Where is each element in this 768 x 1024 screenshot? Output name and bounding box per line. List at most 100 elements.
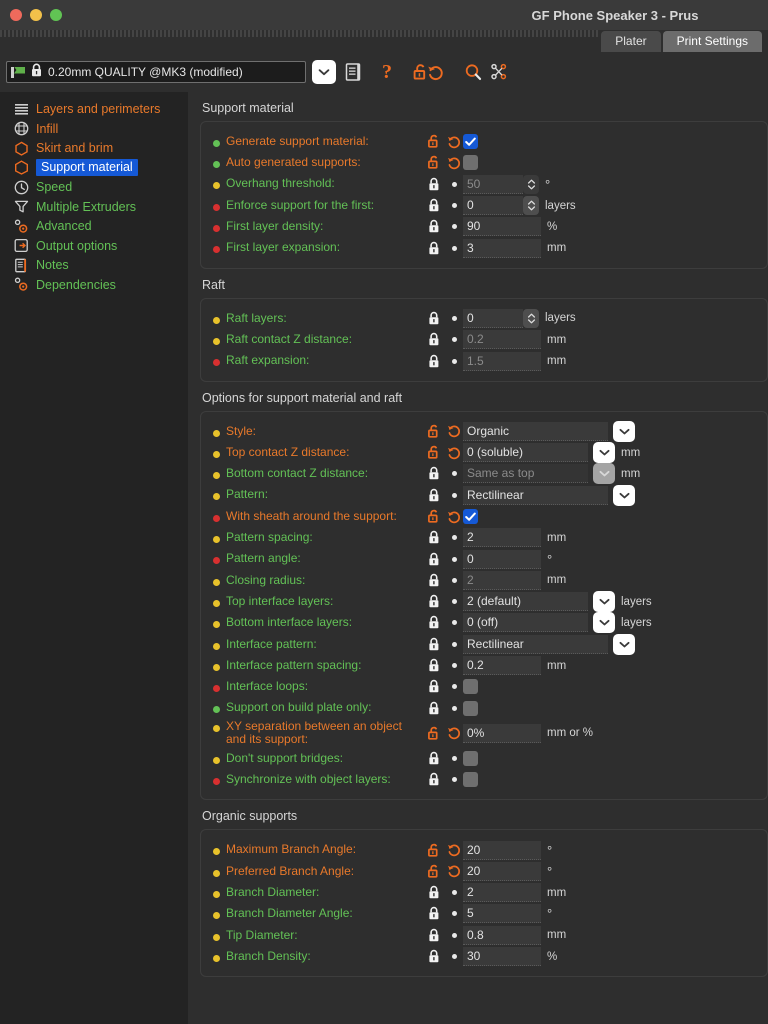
revert-button[interactable] bbox=[445, 843, 463, 857]
revert-button[interactable] bbox=[445, 135, 463, 149]
setting-dropdown-value[interactable]: 0 (soluble) bbox=[463, 443, 588, 463]
lock-toggle-locked[interactable] bbox=[423, 354, 445, 369]
lock-toggle-locked[interactable] bbox=[423, 552, 445, 567]
sidebar-item-speed[interactable]: Speed bbox=[0, 178, 188, 196]
lock-toggle-locked[interactable] bbox=[423, 615, 445, 630]
revert-button[interactable] bbox=[445, 864, 463, 878]
lock-toggle-unlocked[interactable] bbox=[423, 726, 445, 741]
checkbox-unchecked[interactable] bbox=[463, 679, 478, 695]
lock-toggle-locked[interactable] bbox=[423, 332, 445, 347]
lock-toggle-locked[interactable] bbox=[423, 219, 445, 234]
preset-combo[interactable]: 0.20mm QUALITY @MK3 (modified) bbox=[6, 61, 306, 83]
checkbox-checked[interactable] bbox=[463, 509, 478, 524]
lock-toggle-unlocked[interactable] bbox=[423, 134, 445, 149]
lock-toggle-unlocked[interactable] bbox=[423, 509, 445, 524]
checkbox-unchecked[interactable] bbox=[463, 772, 478, 788]
lock-toggle-locked[interactable] bbox=[423, 530, 445, 545]
dropdown-arrow-button[interactable] bbox=[593, 463, 615, 485]
setting-text-input[interactable]: 1.5 bbox=[463, 351, 541, 371]
checkbox-unchecked[interactable] bbox=[463, 700, 478, 716]
lock-toggle-locked[interactable] bbox=[423, 772, 445, 787]
setting-dropdown-value[interactable]: Same as top bbox=[463, 464, 588, 484]
help-button[interactable]: ? bbox=[370, 57, 404, 87]
setting-text-input[interactable]: 30 bbox=[463, 947, 541, 967]
dropdown-arrow-button[interactable] bbox=[593, 591, 615, 613]
lock-toggle-locked[interactable] bbox=[423, 701, 445, 716]
sidebar-item-advanced[interactable]: Advanced bbox=[0, 217, 188, 235]
revert-button[interactable] bbox=[445, 156, 463, 170]
sidebar-item-dependencies[interactable]: Dependencies bbox=[0, 276, 188, 294]
lock-toggle-locked[interactable] bbox=[423, 573, 445, 588]
lock-toggle-locked[interactable] bbox=[423, 177, 445, 192]
lock-toggle-locked[interactable] bbox=[423, 241, 445, 256]
lock-toggle-locked[interactable] bbox=[423, 906, 445, 921]
dropdown-arrow-button[interactable] bbox=[593, 612, 615, 634]
sidebar-item-skirt-and-brim[interactable]: Skirt and brim bbox=[0, 139, 188, 157]
lock-toggle-locked[interactable] bbox=[423, 594, 445, 609]
sidebar-item-support-material[interactable]: Support material bbox=[0, 159, 188, 177]
setting-number-input[interactable]: 50 bbox=[463, 174, 523, 194]
revert-all-button[interactable] bbox=[424, 57, 446, 87]
revert-button[interactable] bbox=[445, 510, 463, 524]
lock-toggle-locked[interactable] bbox=[423, 488, 445, 503]
tab-print-settings[interactable]: Print Settings bbox=[662, 31, 762, 52]
sidebar-item-infill[interactable]: Infill bbox=[0, 120, 188, 138]
setting-text-input[interactable]: 20 bbox=[463, 840, 541, 860]
setting-text-input[interactable]: 0.2 bbox=[463, 330, 541, 350]
save-preset-button[interactable] bbox=[336, 57, 370, 87]
setting-dropdown-value[interactable]: 2 (default) bbox=[463, 592, 588, 612]
revert-button[interactable] bbox=[445, 424, 463, 438]
setting-text-input[interactable]: 20 bbox=[463, 861, 541, 881]
dropdown-arrow-button[interactable] bbox=[593, 442, 615, 464]
setting-text-input[interactable]: 2 bbox=[463, 528, 541, 548]
sidebar-item-multiple-extruders[interactable]: Multiple Extruders bbox=[0, 198, 188, 216]
sidebar-item-layers-and-perimeters[interactable]: Layers and perimeters bbox=[0, 100, 188, 118]
revert-button[interactable] bbox=[445, 726, 463, 740]
sidebar-item-output-options[interactable]: Output options bbox=[0, 237, 188, 255]
setting-text-input[interactable]: 3 bbox=[463, 238, 541, 258]
tab-plater[interactable]: Plater bbox=[601, 31, 661, 52]
setting-text-input[interactable]: 5 bbox=[463, 904, 541, 924]
setting-text-input[interactable]: 90 bbox=[463, 217, 541, 237]
setting-text-input[interactable]: 2 bbox=[463, 570, 541, 590]
lock-toggle-unlocked[interactable] bbox=[423, 424, 445, 439]
lock-toggle-locked[interactable] bbox=[423, 679, 445, 694]
lock-toggle-unlocked[interactable] bbox=[423, 864, 445, 879]
setting-number-input[interactable]: 0 bbox=[463, 196, 523, 216]
lock-toggle-unlocked[interactable] bbox=[423, 843, 445, 858]
lock-toggle-locked[interactable] bbox=[423, 198, 445, 213]
lock-toggle-locked[interactable] bbox=[423, 751, 445, 766]
checkbox-unchecked[interactable] bbox=[463, 750, 478, 766]
setting-dropdown-value[interactable]: Rectilinear bbox=[463, 634, 608, 654]
lock-toggle-locked[interactable] bbox=[423, 949, 445, 964]
setting-dropdown-value[interactable]: 0 (off) bbox=[463, 613, 588, 633]
setting-number-input[interactable]: 0 bbox=[463, 308, 523, 328]
lock-toggle-unlocked[interactable] bbox=[423, 155, 445, 170]
number-stepper[interactable] bbox=[523, 196, 539, 216]
checkbox-checked[interactable] bbox=[463, 134, 478, 150]
sidebar-item-notes[interactable]: Notes bbox=[0, 256, 188, 274]
lock-toggle-locked[interactable] bbox=[423, 466, 445, 481]
preset-dropdown-button[interactable] bbox=[312, 60, 336, 84]
dropdown-arrow-button[interactable] bbox=[613, 484, 635, 506]
setting-dropdown-value[interactable]: Rectilinear bbox=[463, 485, 608, 505]
lock-toggle-unlocked[interactable] bbox=[423, 445, 445, 460]
revert-button[interactable] bbox=[445, 446, 463, 460]
setting-dropdown-value[interactable]: Organic bbox=[463, 421, 608, 441]
dropdown-arrow-button[interactable] bbox=[613, 633, 635, 655]
setting-text-input[interactable]: 2 bbox=[463, 883, 541, 903]
lock-toggle-locked[interactable] bbox=[423, 885, 445, 900]
setting-text-input[interactable]: 0.8 bbox=[463, 925, 541, 945]
number-stepper[interactable] bbox=[523, 174, 539, 194]
lock-toggle-locked[interactable] bbox=[423, 658, 445, 673]
checkbox-unchecked[interactable] bbox=[463, 155, 478, 171]
setting-text-input[interactable]: 0 bbox=[463, 549, 541, 569]
lock-toggle-locked[interactable] bbox=[423, 311, 445, 326]
dropdown-arrow-button[interactable] bbox=[613, 420, 635, 442]
lock-toggle-locked[interactable] bbox=[423, 928, 445, 943]
number-stepper[interactable] bbox=[523, 308, 539, 328]
setting-text-input[interactable]: 0.2 bbox=[463, 656, 541, 676]
compare-presets-button[interactable] bbox=[486, 57, 512, 87]
setting-text-input[interactable]: 0% bbox=[463, 723, 541, 743]
search-button[interactable] bbox=[456, 57, 490, 87]
